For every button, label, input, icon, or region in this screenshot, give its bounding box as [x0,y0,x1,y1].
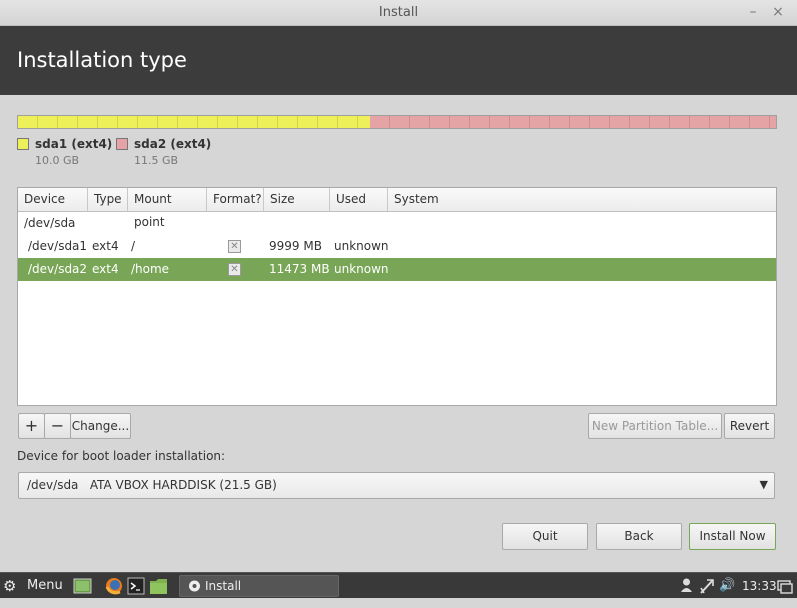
column-header-system[interactable]: System [388,188,776,211]
table-row[interactable]: /dev/sda1 ext4 / ✕ 9999 MB unknown [18,235,776,258]
clock[interactable]: 13:33 [742,573,777,599]
cell-used: unknown [334,239,389,253]
network-icon[interactable] [699,573,715,599]
minimize-button[interactable]: – [744,3,762,21]
legend-size: 10.0 GB [35,154,80,167]
column-header-type[interactable]: Type [88,188,128,211]
add-partition-button[interactable]: + [18,413,45,439]
column-header-format[interactable]: Format? [207,188,264,211]
change-partition-button[interactable]: Change... [70,413,131,439]
cell-device: /dev/sda2 [28,262,88,276]
bootloader-label: Device for boot loader installation: [17,449,226,463]
window-titlebar: Install – × [0,0,797,26]
install-app-icon [188,576,201,602]
partition-table[interactable]: Device Type Mount point Format? Size Use… [17,187,777,406]
table-header: Device Type Mount point Format? Size Use… [18,188,776,229]
cell-size: 11473 MB [269,262,330,276]
bootloader-device-select[interactable]: /dev/sda ATA VBOX HARDDISK (21.5 GB) ▼ [18,472,775,499]
taskbar-task-install[interactable]: Install [179,575,339,597]
disk-usage-bar [17,115,777,129]
format-checkbox[interactable]: ✕ [228,240,241,253]
legend-size: 11.5 GB [134,154,179,167]
new-partition-table-button[interactable]: New Partition Table... [588,413,722,439]
disk-segment-sda2 [370,116,776,128]
cell-type: ext4 [92,262,119,276]
table-row[interactable]: /dev/sda [18,212,776,235]
taskbar-panel: ⚙ Menu Install 🔊 13:33 [0,572,797,598]
cell-mount: /home [131,262,170,276]
column-header-device[interactable]: Device [18,188,88,211]
remove-partition-button[interactable]: − [44,413,71,439]
windows-icon[interactable] [777,573,793,599]
back-button[interactable]: Back [596,523,682,550]
legend-name: sda1 (ext4) [35,137,113,151]
cell-mount: / [131,239,136,253]
legend-swatch-sda2 [116,138,128,150]
column-header-mount[interactable]: Mount point [128,188,207,229]
legend-name: sda2 (ext4) [134,137,212,151]
table-row-selected[interactable]: /dev/sda2 ext4 /home ✕ 11473 MB unknown [18,258,776,281]
bootloader-device-value: /dev/sda ATA VBOX HARDDISK (21.5 GB) [27,478,277,492]
show-desktop-icon[interactable] [73,573,92,599]
cell-device: /dev/sda [24,216,76,230]
page-header: Installation type [0,26,797,95]
cell-type: ext4 [92,239,119,253]
disk-segment-sda1 [18,116,371,128]
cell-size: 9999 MB [269,239,322,253]
chevron-down-icon: ▼ [759,478,768,491]
window-title: Install [378,5,419,20]
cell-device: /dev/sda1 [28,239,88,253]
volume-icon[interactable]: 🔊 [719,573,735,599]
page-title: Installation type [17,48,187,72]
firefox-icon[interactable] [105,573,123,599]
folder-icon[interactable] [149,573,168,599]
menu-button[interactable]: Menu [27,573,63,599]
install-now-button[interactable]: Install Now [689,523,776,550]
column-header-used[interactable]: Used [330,188,388,211]
legend-swatch-sda1 [17,138,29,150]
column-header-size[interactable]: Size [264,188,330,211]
gear-icon[interactable]: ⚙ [3,573,19,599]
quit-button[interactable]: Quit [502,523,588,550]
revert-button[interactable]: Revert [724,413,775,439]
task-label: Install [205,579,242,593]
main-content: sda1 (ext4) 10.0 GB sda2 (ext4) 11.5 GB … [0,95,797,572]
user-icon[interactable] [680,573,693,599]
format-checkbox[interactable]: ✕ [228,263,241,276]
close-button[interactable]: × [769,3,787,21]
cell-used: unknown [334,262,389,276]
terminal-icon[interactable] [127,573,145,599]
